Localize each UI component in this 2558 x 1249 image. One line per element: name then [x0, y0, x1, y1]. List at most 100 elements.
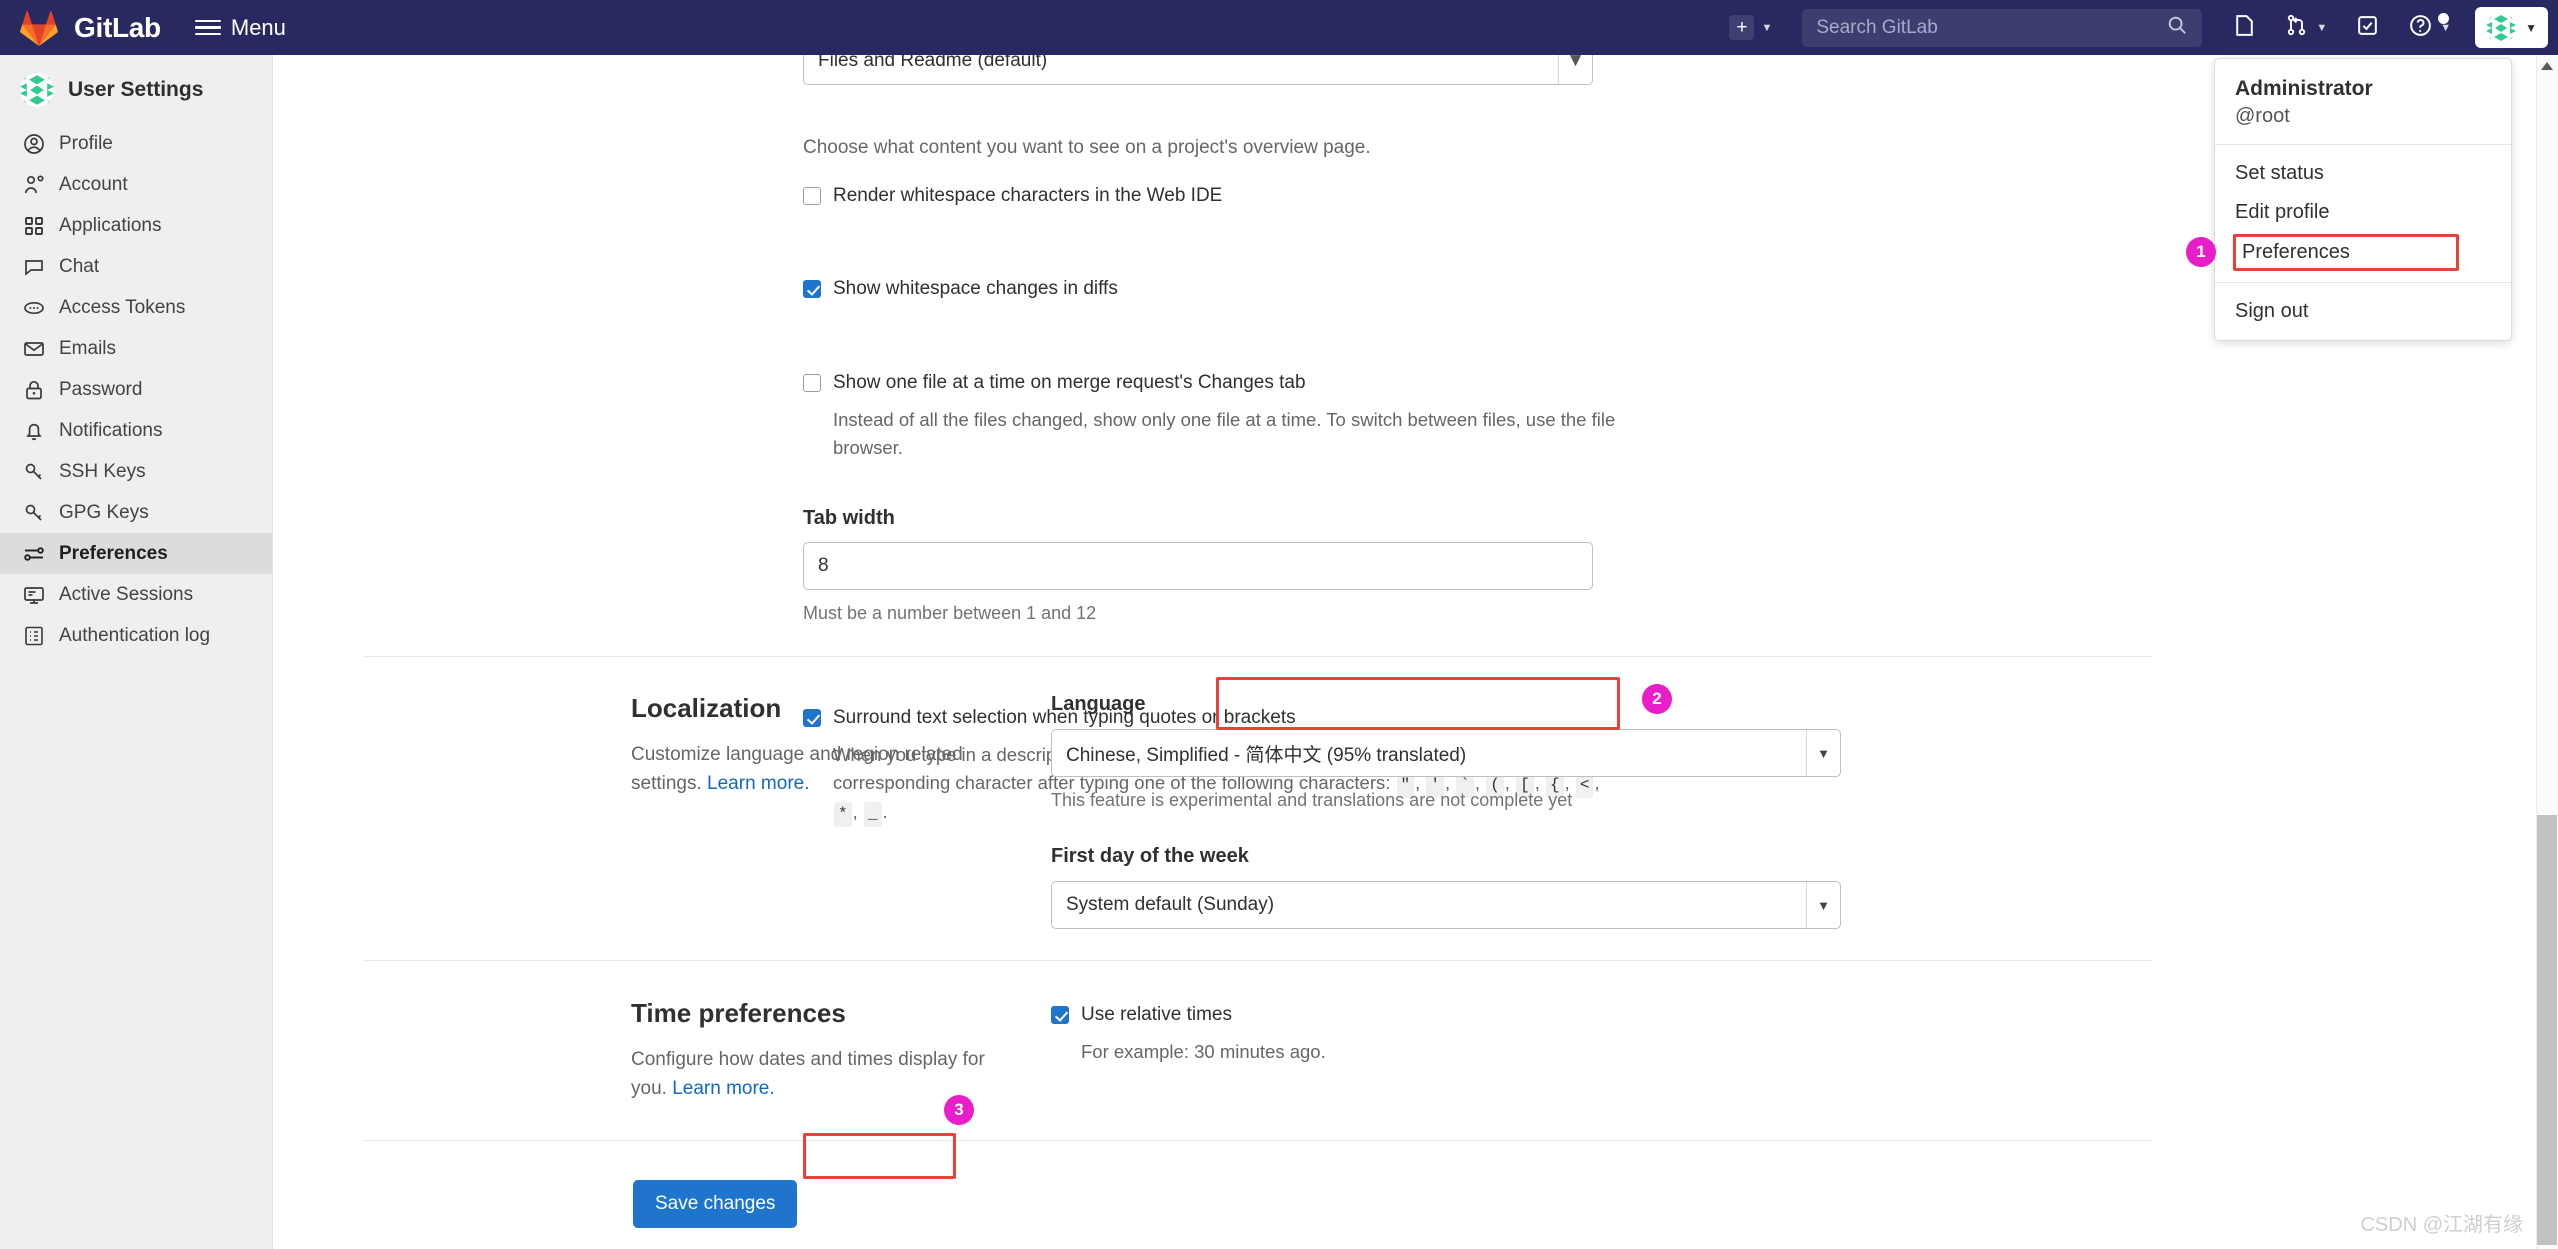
- localization-description: Customize language and region related se…: [631, 740, 1011, 799]
- menu-button[interactable]: Menu: [195, 15, 286, 41]
- one-file-at-a-time-checkbox[interactable]: [803, 374, 821, 392]
- key-icon: [22, 501, 46, 525]
- account-gear-icon: [22, 173, 46, 197]
- avatar: [2486, 13, 2516, 43]
- user-handle: @root: [2235, 105, 2491, 128]
- localization-learn-more-link[interactable]: Learn more.: [707, 773, 809, 794]
- comment-bubble-icon: [22, 255, 46, 279]
- user-dropdown-header: Administrator @root: [2215, 59, 2511, 145]
- sidebar-item-label: SSH Keys: [59, 461, 146, 483]
- sidebar-item-authentication-log[interactable]: Authentication log: [0, 615, 272, 656]
- save-changes-button[interactable]: Save changes: [633, 1180, 797, 1228]
- relative-times-example: For example: 30 minutes ago.: [1081, 1038, 1851, 1067]
- chevron-down-icon: ▼: [1761, 22, 1772, 34]
- sidebar-item-emails[interactable]: Emails: [0, 328, 272, 369]
- sidebar-item-label: Password: [59, 379, 142, 401]
- tab-width-helper: Must be a number between 1 and 12: [803, 603, 1593, 624]
- sidebar-item-label: Profile: [59, 133, 113, 155]
- sidebar-item-password[interactable]: Password: [0, 369, 272, 410]
- menu-item-sign-out[interactable]: Sign out: [2215, 292, 2511, 331]
- section-divider-localization: [363, 656, 2153, 657]
- homepage-content-helper: Choose what content you want to see on a…: [803, 137, 1371, 159]
- menu-item-edit-profile[interactable]: Edit profile: [2215, 193, 2511, 232]
- language-select[interactable]: Chinese, Simplified - 简体中文 (95% translat…: [1051, 729, 1841, 777]
- homepage-content-select[interactable]: Files and Readme (default) ▼: [803, 55, 1593, 85]
- chevron-down-icon: ▼: [2525, 21, 2537, 35]
- menu-item-preferences[interactable]: Preferences: [2233, 234, 2459, 271]
- first-day-select[interactable]: System default (Sunday) ▼: [1051, 881, 1841, 929]
- checkbox-row-use-relative-times[interactable]: Use relative times: [1051, 1002, 1851, 1028]
- sidebar-item-label: Emails: [59, 338, 116, 360]
- time-preferences-learn-more-link[interactable]: Learn more.: [672, 1078, 774, 1099]
- render-whitespace-checkbox[interactable]: [803, 187, 821, 205]
- checkbox-label: Use relative times: [1081, 1002, 1232, 1028]
- sidebar-item-access-tokens[interactable]: Access Tokens: [0, 287, 272, 328]
- merge-requests-button[interactable]: ▼: [2273, 0, 2339, 55]
- sidebar-avatar: [20, 73, 54, 107]
- chevron-down-icon: ▼: [2316, 22, 2327, 34]
- tab-width-label: Tab width: [803, 507, 1593, 530]
- sidebar-item-active-sessions[interactable]: Active Sessions: [0, 574, 272, 615]
- first-day-label: First day of the week: [1051, 845, 1851, 868]
- sliders-icon: [22, 542, 46, 566]
- main-content: Files and Readme (default) ▼ Choose what…: [273, 55, 2540, 1249]
- annotation-marker-1: 1: [2186, 237, 2216, 267]
- sidebar-item-ssh-keys[interactable]: SSH Keys: [0, 451, 272, 492]
- checkbox-label: Show one file at a time on merge request…: [833, 370, 1306, 396]
- tab-width-value: 8: [818, 555, 829, 577]
- tab-width-input[interactable]: 8: [803, 542, 1593, 590]
- checkbox-row-one-file-at-a-time[interactable]: Show one file at a time on merge request…: [803, 370, 1623, 396]
- menu-item-set-status[interactable]: Set status: [2215, 154, 2511, 193]
- chevron-down-icon: ▼: [1558, 55, 1592, 84]
- vertical-scrollbar[interactable]: [2536, 55, 2558, 1249]
- left-sidebar: User Settings Profile Account: [0, 55, 273, 1249]
- search-input[interactable]: Search GitLab: [1802, 9, 2202, 47]
- grid-apps-icon: [22, 214, 46, 238]
- scrollbar-thumb[interactable]: [2537, 815, 2557, 1245]
- sidebar-item-profile[interactable]: Profile: [0, 123, 272, 164]
- issues-button[interactable]: [2220, 0, 2269, 55]
- navbar-left: GitLab Menu: [0, 10, 286, 46]
- homepage-content-value: Files and Readme (default): [818, 55, 1047, 72]
- checkbox-row-render-whitespace[interactable]: Render whitespace characters in the Web …: [803, 183, 1222, 209]
- show-whitespace-diffs-checkbox[interactable]: [803, 280, 821, 298]
- gitlab-logo-icon[interactable]: [20, 10, 58, 46]
- help-button[interactable]: ▼: [2396, 0, 2463, 55]
- user-menu-button[interactable]: ▼: [2475, 7, 2548, 48]
- time-preferences-info: Time preferences Configure how dates and…: [631, 998, 1051, 1104]
- sidebar-item-label: GPG Keys: [59, 502, 149, 524]
- checkbox-label: Show whitespace changes in diffs: [833, 276, 1118, 302]
- sidebar-item-account[interactable]: Account: [0, 164, 272, 205]
- localization-title: Localization: [631, 693, 1011, 724]
- sidebar-item-preferences[interactable]: Preferences: [0, 533, 272, 574]
- top-navbar: GitLab Menu + ▼ Search GitLab: [0, 0, 2558, 55]
- log-list-icon: [22, 624, 46, 648]
- chevron-up-icon: [2541, 62, 2553, 70]
- sidebar-item-label: Notifications: [59, 420, 163, 442]
- search-icon: [2166, 14, 2188, 41]
- user-circle-icon: [22, 132, 46, 156]
- use-relative-times-checkbox[interactable]: [1051, 1006, 1069, 1024]
- watermark: CSDN @江湖有缘: [2360, 1208, 2523, 1237]
- new-item-button[interactable]: + ▼: [1717, 0, 1784, 55]
- sidebar-item-notifications[interactable]: Notifications: [0, 410, 272, 451]
- sidebar-nav-list: Profile Account Applications: [0, 123, 272, 656]
- sidebar-item-chat[interactable]: Chat: [0, 246, 272, 287]
- scrollbar-up-button[interactable]: [2537, 55, 2557, 77]
- sidebar-item-label: Account: [59, 174, 128, 196]
- sidebar-item-gpg-keys[interactable]: GPG Keys: [0, 492, 272, 533]
- sidebar-item-label: Preferences: [59, 543, 168, 565]
- todo-checkbox-icon: [2355, 13, 2380, 43]
- sidebar-item-label: Applications: [59, 215, 161, 237]
- sidebar-item-applications[interactable]: Applications: [0, 205, 272, 246]
- user-dropdown-menu: Administrator @root Set status Edit prof…: [2214, 58, 2512, 341]
- checkbox-row-show-whitespace-diffs[interactable]: Show whitespace changes in diffs: [803, 276, 1118, 302]
- merge-request-icon: [2285, 13, 2309, 42]
- question-mark-icon: [2408, 13, 2433, 43]
- time-preferences-title: Time preferences: [631, 998, 1011, 1029]
- bell-icon: [22, 419, 46, 443]
- todos-button[interactable]: [2343, 0, 2392, 55]
- section-divider-save: [363, 1140, 2153, 1141]
- hamburger-icon: [195, 20, 221, 36]
- sidebar-item-label: Authentication log: [59, 625, 210, 647]
